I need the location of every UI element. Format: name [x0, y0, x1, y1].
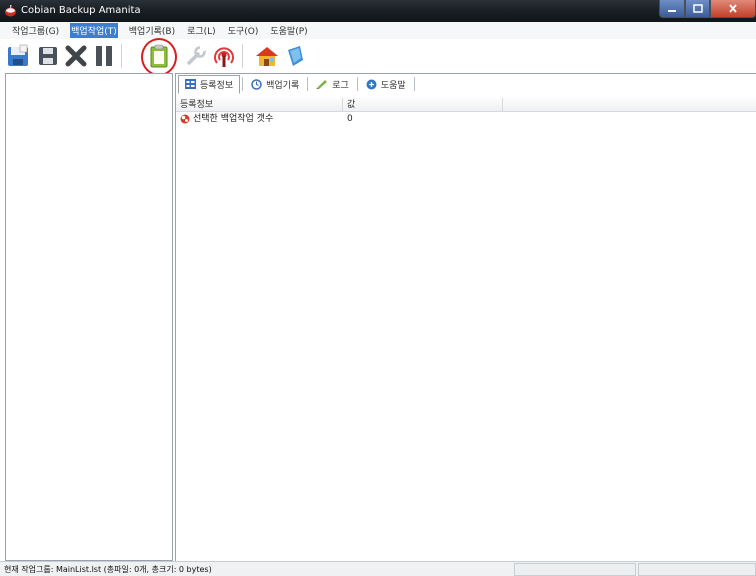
status-pane [514, 563, 636, 576]
tab-separator [242, 77, 244, 91]
delete-button[interactable] [62, 42, 90, 70]
status-pane [638, 563, 756, 576]
properties-icon [185, 79, 196, 89]
column-header-property[interactable]: 등록정보 [176, 98, 343, 112]
cobian-logo-icon [5, 5, 16, 17]
help-icon [366, 79, 377, 89]
task-count-icon [180, 114, 190, 124]
shield-button[interactable] [281, 42, 309, 70]
menu-item-groups[interactable]: 작업그룹(G) [11, 23, 60, 38]
wrench-icon [187, 46, 206, 65]
maximize-button[interactable] [685, 0, 710, 18]
properties-grid: 등록정보 값 선택한 백업작업 갯수 0 [176, 98, 756, 126]
tab-bar: 등록정보 백업기록 로그 도움말 [176, 74, 756, 94]
menu-item-tasks[interactable]: 백업작업(T) [70, 23, 118, 38]
row-property-cell: 선택한 백업작업 갯수 [176, 112, 343, 126]
tab-label: 백업기록 [266, 80, 300, 91]
signal-button[interactable] [210, 42, 238, 70]
tab-properties[interactable]: 등록정보 [178, 74, 241, 94]
new-task-button[interactable] [4, 42, 32, 70]
maximize-icon [692, 4, 703, 13]
save-button[interactable] [34, 42, 62, 70]
settings-button[interactable] [182, 42, 210, 70]
tab-separator [356, 77, 358, 91]
menu-item-history[interactable]: 백업기록(B) [128, 23, 176, 38]
highlight-circle [141, 38, 177, 76]
delete-icon [65, 45, 87, 67]
menu-bar: 작업그룹(G) 백업작업(T) 백업기록(B) 로그(L) 도구(O) 도움말(… [0, 22, 756, 39]
tab-separator [413, 77, 415, 91]
tab-log[interactable]: 로그 [310, 75, 355, 93]
toolbar-separator [242, 44, 243, 68]
minimize-button[interactable] [659, 0, 685, 18]
tab-history[interactable]: 백업기록 [245, 75, 305, 93]
close-button[interactable] [710, 0, 756, 18]
tab-help[interactable]: 도움말 [360, 75, 412, 93]
log-icon [316, 80, 328, 89]
window-title: Cobian Backup Amanita [21, 5, 141, 16]
minimize-icon [668, 9, 676, 12]
save-icon [39, 47, 57, 65]
history-icon [251, 78, 262, 90]
menu-item-log[interactable]: 로그(L) [186, 23, 217, 38]
pause-button[interactable] [90, 42, 118, 70]
window-controls [659, 0, 756, 18]
table-row[interactable]: 선택한 백업작업 갯수 0 [176, 112, 756, 126]
column-header-value[interactable]: 값 [343, 98, 503, 112]
close-icon [729, 4, 737, 13]
status-text: 현재 작업그룹: MainList.lst (총파일: 0개, 총크기: 0 b… [4, 565, 212, 574]
home-button[interactable] [253, 42, 281, 70]
signal-icon [214, 47, 234, 67]
home-icon [256, 47, 278, 66]
row-value-cell: 0 [347, 114, 353, 124]
grid-header: 등록정보 값 [176, 98, 756, 112]
tab-separator [307, 77, 309, 91]
menu-item-tools[interactable]: 도구(O) [227, 23, 260, 38]
new-task-icon [8, 44, 28, 66]
pause-icon [96, 46, 112, 66]
tab-label: 등록정보 [200, 80, 234, 91]
status-bar: 현재 작업그룹: MainList.lst (총파일: 0개, 총크기: 0 b… [0, 561, 756, 576]
column-header-filler [503, 98, 756, 112]
details-panel: 등록정보 백업기록 로그 도움말 등록정보 값 선택한 백업작업 갯수 0 [175, 73, 756, 561]
task-list-panel[interactable] [5, 73, 173, 561]
toolbar-separator [121, 44, 122, 68]
tab-label: 로그 [332, 80, 349, 91]
title-bar: Cobian Backup Amanita [0, 0, 756, 22]
toolbar [0, 39, 756, 73]
tab-label: 도움말 [380, 80, 406, 91]
shield-icon [288, 46, 303, 66]
menu-item-help[interactable]: 도움말(P) [269, 23, 308, 38]
row-property-name: 선택한 백업작업 갯수 [193, 114, 274, 124]
